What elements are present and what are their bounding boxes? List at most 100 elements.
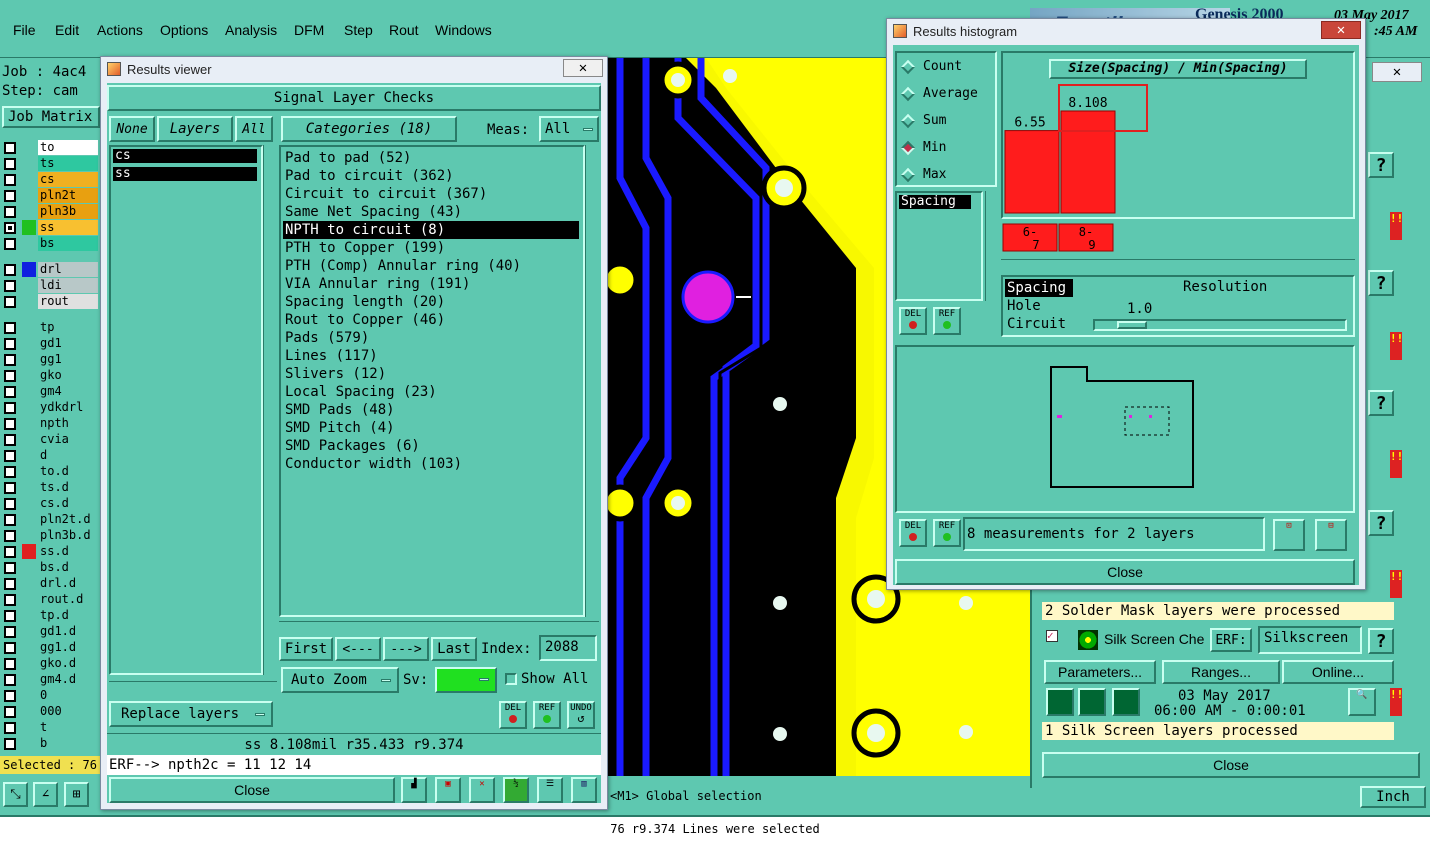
help-button-5[interactable]: ? [1368, 628, 1394, 654]
category-item[interactable]: Same Net Spacing (43) [283, 203, 579, 221]
layer-color-swatch[interactable] [22, 480, 36, 495]
layer-row-to[interactable]: to [4, 140, 98, 155]
layer-color-swatch[interactable] [22, 336, 36, 351]
histogram-refresh-icon[interactable]: REF [933, 307, 961, 335]
layer-checkbox[interactable] [4, 689, 16, 702]
index-input[interactable]: 2088 [539, 635, 597, 661]
layer-name[interactable]: to [38, 140, 98, 155]
ranges-button[interactable]: Ranges... [1162, 660, 1280, 684]
layer-color-swatch[interactable] [22, 294, 36, 309]
histogram-close-x[interactable]: ✕ [1321, 21, 1361, 39]
histogram-bar[interactable] [1060, 110, 1116, 214]
run-icon-3[interactable] [1112, 688, 1140, 716]
layer-checkbox[interactable] [4, 705, 16, 718]
layer-checkbox[interactable] [4, 417, 16, 430]
layer-color-swatch[interactable] [22, 464, 36, 479]
layer-name[interactable]: b [38, 736, 98, 751]
layer-checkbox[interactable] [4, 337, 16, 350]
overview-map[interactable] [895, 345, 1355, 513]
aggregate-radio-min[interactable]: Min [900, 140, 946, 155]
layer-name[interactable]: t [38, 720, 98, 735]
layer-color-swatch[interactable] [22, 432, 36, 447]
layers-tab-button[interactable]: Layers [157, 116, 233, 142]
help-button-1[interactable]: ? [1368, 152, 1394, 178]
erf-button[interactable]: ERF: [1210, 628, 1252, 652]
aggregate-radio-max[interactable]: Max [900, 167, 946, 182]
layer-name[interactable]: drl.d [38, 576, 98, 591]
dfm-close-button[interactable]: Close [1042, 752, 1420, 778]
category-item[interactable]: NPTH to circuit (8) [283, 221, 579, 239]
layer-name[interactable]: gd1 [38, 336, 98, 351]
aggregate-radio-sum[interactable]: Sum [900, 113, 946, 128]
categories-hscrollbar[interactable] [279, 621, 599, 635]
layer-name[interactable]: bs.d [38, 560, 98, 575]
menu-windows[interactable]: Windows [435, 22, 492, 38]
layer-row-ts[interactable]: ts [4, 156, 98, 171]
show-all-checkbox[interactable] [505, 673, 517, 685]
layer-results-list[interactable]: cs ss [109, 145, 263, 675]
layer-name[interactable]: gg1 [38, 352, 98, 367]
category-item[interactable]: PTH (Comp) Annular ring (40) [283, 257, 579, 275]
refresh-icon[interactable]: REF [533, 701, 561, 729]
menu-step[interactable]: Step [344, 22, 373, 38]
layer-row-0[interactable]: 0 [4, 688, 98, 703]
category-item[interactable]: Pad to circuit (362) [283, 167, 579, 185]
one-two-icon[interactable]: ½ [503, 777, 529, 803]
menu-actions[interactable]: Actions [97, 22, 143, 38]
layer-checkbox[interactable] [4, 593, 16, 606]
layer-color-swatch[interactable] [22, 576, 36, 591]
layer-row-cs[interactable]: cs [4, 172, 98, 187]
layer-name[interactable]: drl [38, 262, 98, 277]
layer-name[interactable]: gd1.d [38, 624, 98, 639]
layer-row-rout[interactable]: rout [4, 294, 98, 309]
layer-checkbox[interactable] [4, 401, 16, 414]
layer-color-swatch[interactable] [22, 416, 36, 431]
job-matrix-button[interactable]: Job Matrix [2, 106, 100, 128]
layer-color-swatch[interactable] [22, 368, 36, 383]
categories-list[interactable]: Pad to pad (52) Pad to circuit (362) Circu… [279, 145, 585, 617]
layer-checkbox[interactable] [4, 385, 16, 398]
category-item[interactable]: SMD Packages (6) [283, 437, 579, 455]
zoom-out-view-icon[interactable]: ⊟ [1315, 519, 1347, 551]
layer-color-swatch[interactable] [22, 496, 36, 511]
category-item[interactable]: SMD Pads (48) [283, 401, 579, 419]
histogram-icon[interactable]: ▥ [571, 777, 597, 803]
layer-name[interactable]: pln3b [38, 204, 98, 219]
layer-checkbox[interactable] [4, 625, 16, 638]
layer-checkbox[interactable] [4, 173, 16, 186]
histogram-bar[interactable] [1004, 130, 1060, 214]
layer-color-swatch[interactable] [22, 236, 36, 251]
meas-select[interactable]: All [539, 116, 599, 142]
zoom-search-icon[interactable]: 🔍 [1348, 688, 1376, 716]
layer-row-bs[interactable]: bs [4, 236, 98, 251]
layer-checkbox[interactable] [4, 657, 16, 670]
layer-checkbox[interactable] [4, 721, 16, 734]
layer-name[interactable]: 000 [38, 704, 98, 719]
delete-icon[interactable]: DEL [499, 701, 527, 729]
layer-checkbox[interactable] [4, 369, 16, 382]
last-button[interactable]: Last [431, 637, 477, 661]
histogram-titlebar[interactable]: Results histogram [887, 19, 1365, 43]
layer-checkbox[interactable] [4, 545, 16, 558]
layer-row-tp[interactable]: tp [4, 320, 98, 335]
layer-checkbox[interactable] [4, 279, 16, 292]
layer-name[interactable]: cvia [38, 432, 98, 447]
overview-refresh-icon[interactable]: REF [933, 519, 961, 547]
layer-checkbox[interactable] [4, 295, 16, 308]
results-viewer-close-x[interactable]: ✕ [563, 59, 603, 77]
resolution-slider-thumb[interactable] [1117, 321, 1147, 329]
histogram-hscrollbar[interactable] [1001, 259, 1355, 273]
layer-name[interactable]: tp.d [38, 608, 98, 623]
layer-checkbox[interactable] [4, 529, 16, 542]
menu-analysis[interactable]: Analysis [225, 22, 277, 38]
layer-checkbox[interactable] [4, 263, 16, 276]
category-item[interactable]: VIA Annular ring (191) [283, 275, 579, 293]
results-viewer-titlebar[interactable]: Results viewer [101, 57, 607, 81]
layer-name[interactable]: 0 [38, 688, 98, 703]
image-icon[interactable]: ▣ [435, 777, 461, 803]
layer-checkbox[interactable] [4, 497, 16, 510]
category-item[interactable]: Lines (117) [283, 347, 579, 365]
layer-row-d[interactable]: d [4, 448, 98, 463]
severity-select[interactable] [435, 667, 497, 693]
categories-button[interactable]: Categories (18) [281, 116, 457, 142]
